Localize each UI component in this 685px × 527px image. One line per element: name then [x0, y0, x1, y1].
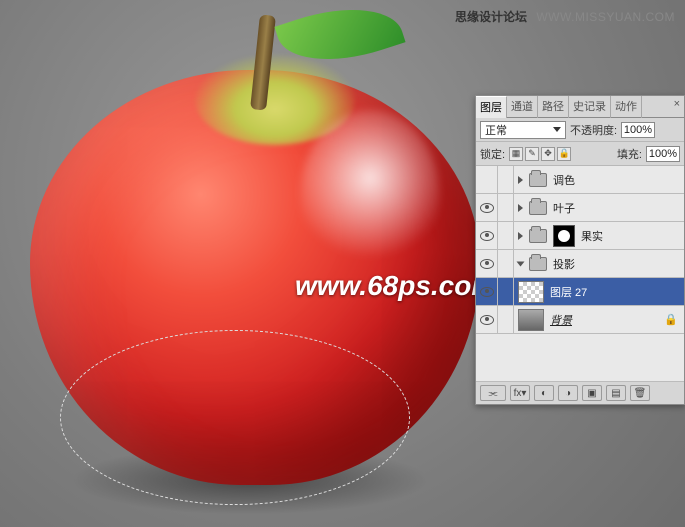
layer-row-shadow-group[interactable]: 投影 [476, 250, 684, 278]
visibility-toggle[interactable] [476, 222, 498, 249]
folder-icon [529, 257, 547, 271]
folder-icon [529, 201, 547, 215]
eye-icon [480, 203, 494, 213]
eye-icon [480, 259, 494, 269]
blend-mode-select[interactable]: 正常 [480, 121, 566, 139]
folder-icon [529, 173, 547, 187]
tab-history[interactable]: 史记录 [569, 96, 611, 118]
panel-tabs: 图层 通道 路径 史记录 动作 × [476, 96, 684, 118]
layer-thumbnail[interactable] [518, 309, 544, 331]
layer-list-empty-area[interactable] [476, 334, 684, 382]
eye-icon [480, 315, 494, 325]
tab-channels[interactable]: 通道 [507, 96, 538, 118]
fill-input[interactable]: 100% [646, 146, 680, 162]
disclosure-triangle-icon[interactable] [518, 204, 523, 212]
visibility-toggle[interactable] [476, 250, 498, 277]
layer-row-layer27[interactable]: 图层 27 [476, 278, 684, 306]
chevron-down-icon [553, 127, 561, 132]
blend-opacity-row: 正常 不透明度: 100% [476, 118, 684, 142]
visibility-toggle[interactable] [476, 306, 498, 333]
layer-name: 投影 [553, 256, 575, 272]
lock-icon: 🔒 [664, 313, 678, 326]
new-layer-button[interactable]: ▤ [606, 385, 626, 401]
tab-actions[interactable]: 动作 [611, 96, 642, 118]
delete-layer-button[interactable]: 🗑 [630, 385, 650, 401]
visibility-toggle[interactable] [476, 194, 498, 221]
layer-fx-button[interactable]: fx▾ [510, 385, 530, 401]
layer-name: 背景 [550, 312, 572, 328]
layer-name: 调色 [553, 172, 575, 188]
layer-list: 调色 叶子 果实 [476, 166, 684, 382]
opacity-input[interactable]: 100% [621, 122, 655, 138]
layer-row-background[interactable]: 背景 🔒 [476, 306, 684, 334]
layer-name: 果实 [581, 228, 603, 244]
lock-position-icon[interactable]: ✥ [541, 147, 555, 161]
layer-row-adjust-group[interactable]: 调色 [476, 166, 684, 194]
fill-label: 填充: [617, 146, 642, 162]
panel-footer: ⫘ fx▾ ◐ ◑ ▣ ▤ 🗑 [476, 382, 684, 404]
link-layers-button[interactable]: ⫘ [480, 385, 506, 401]
disclosure-triangle-icon[interactable] [517, 261, 525, 266]
lock-transparent-icon[interactable]: ▦ [509, 147, 523, 161]
elliptical-selection-marquee [60, 330, 410, 505]
panel-close-icon[interactable]: × [670, 96, 684, 118]
layer-row-fruit-group[interactable]: 果实 [476, 222, 684, 250]
watermark-center: www.68ps.com [295, 270, 496, 302]
add-mask-button[interactable]: ◐ [534, 385, 554, 401]
lock-fill-row: 锁定: ▦ ✎ ✥ 🔒 填充: 100% [476, 142, 684, 166]
tab-paths[interactable]: 路径 [538, 96, 569, 118]
tab-layers[interactable]: 图层 [476, 96, 507, 118]
folder-icon [529, 229, 547, 243]
watermark-top: 思缘设计论坛 WWW.MISSYUAN.COM [455, 8, 675, 25]
visibility-toggle[interactable] [476, 278, 498, 305]
adjustment-layer-button[interactable]: ◑ [558, 385, 578, 401]
layer-name: 叶子 [553, 200, 575, 216]
lock-all-icon[interactable]: 🔒 [557, 147, 571, 161]
new-group-button[interactable]: ▣ [582, 385, 602, 401]
eye-icon [480, 287, 494, 297]
disclosure-triangle-icon[interactable] [518, 176, 523, 184]
lock-pixels-icon[interactable]: ✎ [525, 147, 539, 161]
visibility-toggle[interactable] [476, 166, 498, 193]
layer-name: 图层 27 [550, 284, 587, 300]
blend-mode-value: 正常 [485, 122, 507, 138]
layer-thumbnail[interactable] [518, 281, 544, 303]
opacity-label: 不透明度: [570, 122, 617, 138]
watermark-site-name: 思缘设计论坛 [455, 10, 527, 24]
watermark-site-url: WWW.MISSYUAN.COM [536, 10, 675, 24]
layers-panel: 图层 通道 路径 史记录 动作 × 正常 不透明度: 100% 锁定: ▦ ✎ … [475, 95, 685, 405]
layer-row-leaf-group[interactable]: 叶子 [476, 194, 684, 222]
disclosure-triangle-icon[interactable] [518, 232, 523, 240]
layer-mask-thumb[interactable] [553, 225, 575, 247]
lock-label: 锁定: [480, 146, 505, 162]
eye-icon [480, 231, 494, 241]
lock-buttons: ▦ ✎ ✥ 🔒 [509, 147, 571, 161]
